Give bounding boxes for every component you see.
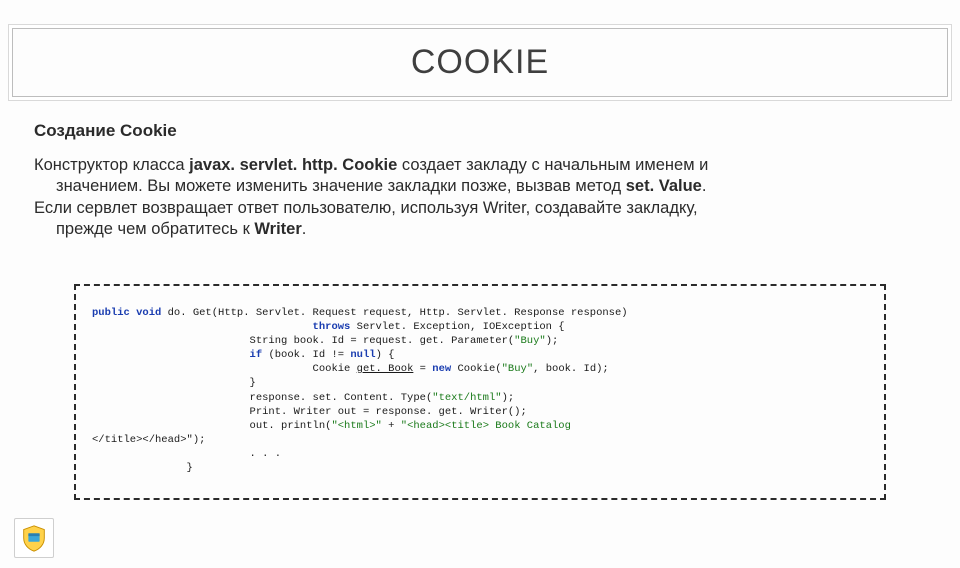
text-bold: set. Value — [626, 177, 702, 195]
code-text: , book. Id); — [533, 363, 609, 375]
kw: null — [350, 349, 375, 361]
content-area: Создание Cookie Конструктор класса javax… — [0, 97, 960, 500]
text: прежде чем обратитесь к — [56, 220, 254, 238]
code-text: } — [92, 462, 193, 474]
paragraph-1: Конструктор класса javax. servlet. http.… — [34, 155, 926, 196]
string: "Buy" — [514, 335, 546, 347]
code-text: . . . — [92, 448, 281, 460]
code-text: (book. Id != — [262, 349, 350, 361]
code-text: = — [413, 363, 432, 375]
code-text: do. Get(Http. Servlet. Request request, … — [161, 307, 627, 319]
text: создает закладу с начальным именем и — [397, 156, 708, 174]
kw: throws — [92, 321, 350, 333]
code-text: Cookie( — [451, 363, 501, 375]
kw: new — [432, 363, 451, 375]
text: значением. Вы можете изменить значение з… — [56, 177, 626, 195]
text-bold: Writer — [254, 220, 301, 238]
text: Если сервлет возвращает ответ пользовате… — [34, 199, 698, 217]
code-text: response. set. Content. Type( — [92, 392, 432, 404]
subheading: Создание Cookie — [34, 121, 926, 141]
code-text: ); — [502, 392, 515, 404]
underlined: get. Book — [357, 363, 414, 375]
code-text: out. println( — [92, 420, 331, 432]
shield-book-icon — [19, 523, 49, 553]
code-text: String book. Id = request. get. Paramete… — [92, 335, 514, 347]
paragraph-2: Если сервлет возвращает ответ пользовате… — [34, 198, 926, 239]
text: . — [302, 220, 307, 238]
kw: public void — [92, 307, 161, 319]
code-block: public void do. Get(Http. Servlet. Reque… — [74, 284, 886, 500]
kw: if — [92, 349, 262, 361]
code-text: } — [92, 377, 256, 389]
code-text: Cookie — [92, 363, 357, 375]
text: Конструктор класса — [34, 156, 189, 174]
code-text: + — [382, 420, 401, 432]
code-text: Servlet. Exception, IOException { — [350, 321, 564, 333]
text-bold: javax. servlet. http. Cookie — [189, 156, 397, 174]
title-bar: COOKIE — [12, 28, 948, 97]
string: "<head><title> Book Catalog — [401, 420, 571, 432]
string: "<html>" — [331, 420, 381, 432]
string: "Buy" — [502, 363, 534, 375]
logo-badge — [14, 518, 54, 558]
string: "text/html" — [432, 392, 501, 404]
page-title: COOKIE — [13, 43, 947, 82]
code-text: ); — [546, 335, 559, 347]
code-text: ) { — [376, 349, 395, 361]
code-text: Print. Writer out = response. get. Write… — [92, 406, 527, 418]
text: . — [702, 177, 707, 195]
code-text: </title></head>"); — [92, 434, 205, 446]
